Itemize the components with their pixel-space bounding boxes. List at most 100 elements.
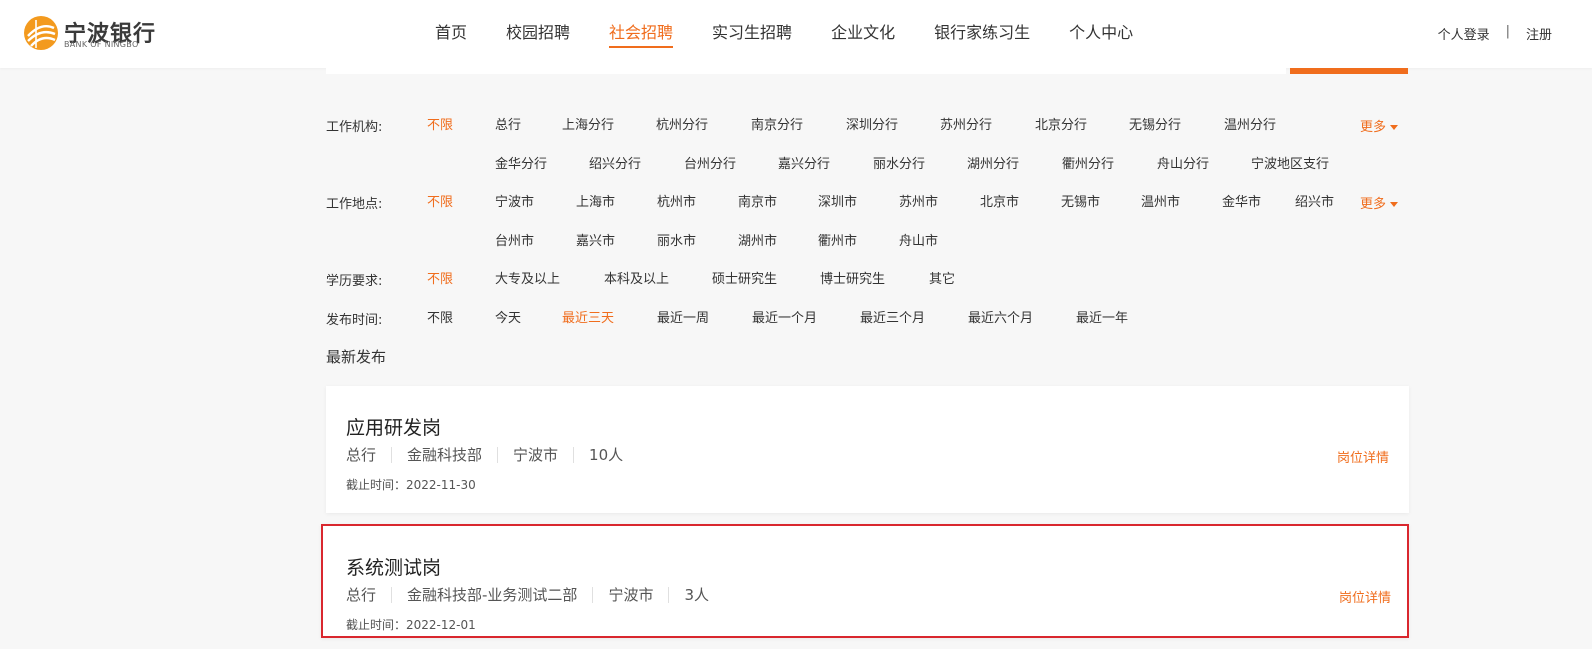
register-link[interactable]: 注册: [1526, 24, 1552, 43]
filter-org-option[interactable]: 苏州分行: [940, 114, 992, 133]
job-meta-headcount: 10人: [573, 447, 638, 463]
filter-time-option-active[interactable]: 最近三天: [562, 307, 614, 326]
job-meta-org: 总行: [346, 446, 377, 464]
filter-location-more[interactable]: 更多: [1360, 193, 1399, 212]
job-detail-link[interactable]: 岗位详情: [1339, 587, 1391, 606]
job-deadline: 截止时间：2022-12-01: [346, 618, 476, 632]
job-detail-link[interactable]: 岗位详情: [1337, 447, 1389, 466]
filter-location-option[interactable]: 衢州市: [818, 230, 857, 249]
nav-home[interactable]: 首页: [435, 0, 467, 68]
filter-org-option[interactable]: 丽水分行: [873, 153, 925, 172]
filter-org-option[interactable]: 上海分行: [562, 114, 614, 133]
filter-location-label: 工作地点:: [326, 197, 383, 212]
filter-location-option[interactable]: 湖州市: [738, 230, 777, 249]
filter-org-option[interactable]: 无锡分行: [1129, 114, 1181, 133]
job-card[interactable]: 应用研发岗 总行 金融科技部 宁波市 10人 截止时间：2022-11-30 岗…: [326, 386, 1409, 513]
filter-education-option[interactable]: 其它: [929, 268, 955, 287]
filter-org-option[interactable]: 台州分行: [684, 153, 736, 172]
top-header: 宁波银行 BANK OF NINGBO 首页 校园招聘 社会招聘 实习生招聘 企…: [0, 0, 1592, 68]
filter-org-more-label: 更多: [1360, 120, 1387, 135]
filter-location-more-label: 更多: [1360, 197, 1387, 212]
filter-org-option[interactable]: 深圳分行: [846, 114, 898, 133]
filter-location-option[interactable]: 台州市: [495, 230, 534, 249]
filter-location-option[interactable]: 苏州市: [899, 191, 938, 210]
filter-location-option[interactable]: 南京市: [738, 191, 777, 210]
filter-education-unlimited[interactable]: 不限: [427, 268, 453, 287]
filter-org-option[interactable]: 嘉兴分行: [778, 153, 830, 172]
search-input-edge[interactable]: [326, 68, 1286, 74]
filter-org-more[interactable]: 更多: [1360, 116, 1399, 135]
filter-education-option[interactable]: 硕士研究生: [712, 268, 777, 287]
main-nav: 首页 校园招聘 社会招聘 实习生招聘 企业文化 银行家练习生 个人中心: [435, 0, 1172, 68]
filter-location-option[interactable]: 丽水市: [657, 230, 696, 249]
filter-org-option[interactable]: 杭州分行: [656, 114, 708, 133]
job-meta: 总行 金融科技部-业务测试二部 宁波市 3人: [346, 587, 724, 603]
nav-intern-recruitment[interactable]: 实习生招聘: [712, 0, 792, 68]
filter-time-option[interactable]: 今天: [495, 307, 521, 326]
bank-logo[interactable]: 宁波银行 BANK OF NINGBO: [22, 14, 155, 52]
job-meta-org: 总行: [346, 586, 377, 604]
auth-separator: |: [1505, 24, 1510, 39]
filter-org-option[interactable]: 总行: [495, 114, 521, 133]
filter-time-unlimited[interactable]: 不限: [427, 307, 453, 326]
job-meta-city: 宁波市: [592, 587, 668, 603]
filter-location-option[interactable]: 上海市: [576, 191, 615, 210]
filter-org-option[interactable]: 金华分行: [495, 153, 547, 172]
nav-banker-trainee[interactable]: 银行家练习生: [934, 0, 1030, 68]
filter-time-option[interactable]: 最近六个月: [968, 307, 1033, 326]
filter-education-option[interactable]: 大专及以上: [495, 268, 560, 287]
filter-location: 工作地点: 不限 宁波市 上海市 杭州市 南京市 深圳市 苏州市 北京市 无锡市…: [326, 189, 1409, 213]
filter-time-option[interactable]: 最近一个月: [752, 307, 817, 326]
filter-location-option[interactable]: 无锡市: [1061, 191, 1100, 210]
job-deadline: 截止时间：2022-11-30: [346, 478, 476, 492]
nav-corporate-culture[interactable]: 企业文化: [831, 0, 895, 68]
filter-location-option[interactable]: 金华市: [1222, 191, 1261, 210]
filter-location-option[interactable]: 绍兴市: [1295, 191, 1334, 210]
job-meta-city: 宁波市: [497, 447, 573, 463]
filter-org-option[interactable]: 舟山分行: [1157, 153, 1209, 172]
caret-down-icon: [1390, 125, 1399, 130]
filter-location-row2: 台州市 嘉兴市 丽水市 湖州市 衢州市 舟山市: [326, 228, 1409, 252]
logo-text-en: BANK OF NINGBO: [64, 40, 139, 49]
filter-location-unlimited[interactable]: 不限: [427, 191, 453, 210]
filter-org-option[interactable]: 衢州分行: [1062, 153, 1114, 172]
filter-org-label: 工作机构:: [326, 120, 383, 135]
filter-location-option[interactable]: 深圳市: [818, 191, 857, 210]
filter-time-label: 发布时间:: [326, 313, 383, 328]
job-meta-department: 金融科技部: [391, 447, 497, 463]
filter-org-option[interactable]: 南京分行: [751, 114, 803, 133]
job-card-selected[interactable]: 系统测试岗 总行 金融科技部-业务测试二部 宁波市 3人 截止时间：2022-1…: [321, 524, 1409, 638]
filter-location-option[interactable]: 嘉兴市: [576, 230, 615, 249]
filter-org-row2: 金华分行 绍兴分行 台州分行 嘉兴分行 丽水分行 湖州分行 衢州分行 舟山分行 …: [326, 151, 1409, 175]
nav-social-recruitment[interactable]: 社会招聘: [609, 0, 674, 68]
filter-time-option[interactable]: 最近一年: [1076, 307, 1128, 326]
job-meta: 总行 金融科技部 宁波市 10人: [346, 447, 638, 463]
filter-location-option[interactable]: 舟山市: [899, 230, 938, 249]
filter-org: 工作机构: 不限 总行 上海分行 杭州分行 南京分行 深圳分行 苏州分行 北京分…: [326, 112, 1409, 136]
filter-org-option[interactable]: 北京分行: [1035, 114, 1087, 133]
filter-location-option[interactable]: 杭州市: [657, 191, 696, 210]
filter-org-option[interactable]: 绍兴分行: [589, 153, 641, 172]
filter-time-option[interactable]: 最近一周: [657, 307, 709, 326]
filter-education: 学历要求: 不限 大专及以上 本科及以上 硕士研究生 博士研究生 其它: [326, 266, 1409, 290]
filter-time-option[interactable]: 最近三个月: [860, 307, 925, 326]
login-link[interactable]: 个人登录: [1438, 24, 1490, 43]
job-title[interactable]: 系统测试岗: [346, 553, 441, 580]
job-meta-department: 金融科技部-业务测试二部: [391, 587, 592, 603]
filter-org-option[interactable]: 湖州分行: [967, 153, 1019, 172]
nav-personal-center[interactable]: 个人中心: [1069, 0, 1133, 68]
filter-location-option[interactable]: 温州市: [1141, 191, 1180, 210]
search-button-edge[interactable]: [1290, 68, 1408, 74]
filter-education-option[interactable]: 本科及以上: [604, 268, 669, 287]
filter-location-option[interactable]: 北京市: [980, 191, 1019, 210]
filter-education-label: 学历要求:: [326, 274, 383, 289]
latest-section-title: 最新发布: [326, 348, 387, 366]
filter-org-option[interactable]: 温州分行: [1224, 114, 1276, 133]
nav-campus-recruitment[interactable]: 校园招聘: [506, 0, 570, 68]
job-meta-headcount: 3人: [668, 587, 724, 603]
filter-education-option[interactable]: 博士研究生: [820, 268, 885, 287]
job-title[interactable]: 应用研发岗: [346, 413, 441, 440]
filter-org-option[interactable]: 宁波地区支行: [1251, 153, 1329, 172]
filter-org-unlimited[interactable]: 不限: [427, 114, 453, 133]
filter-location-option[interactable]: 宁波市: [495, 191, 534, 210]
